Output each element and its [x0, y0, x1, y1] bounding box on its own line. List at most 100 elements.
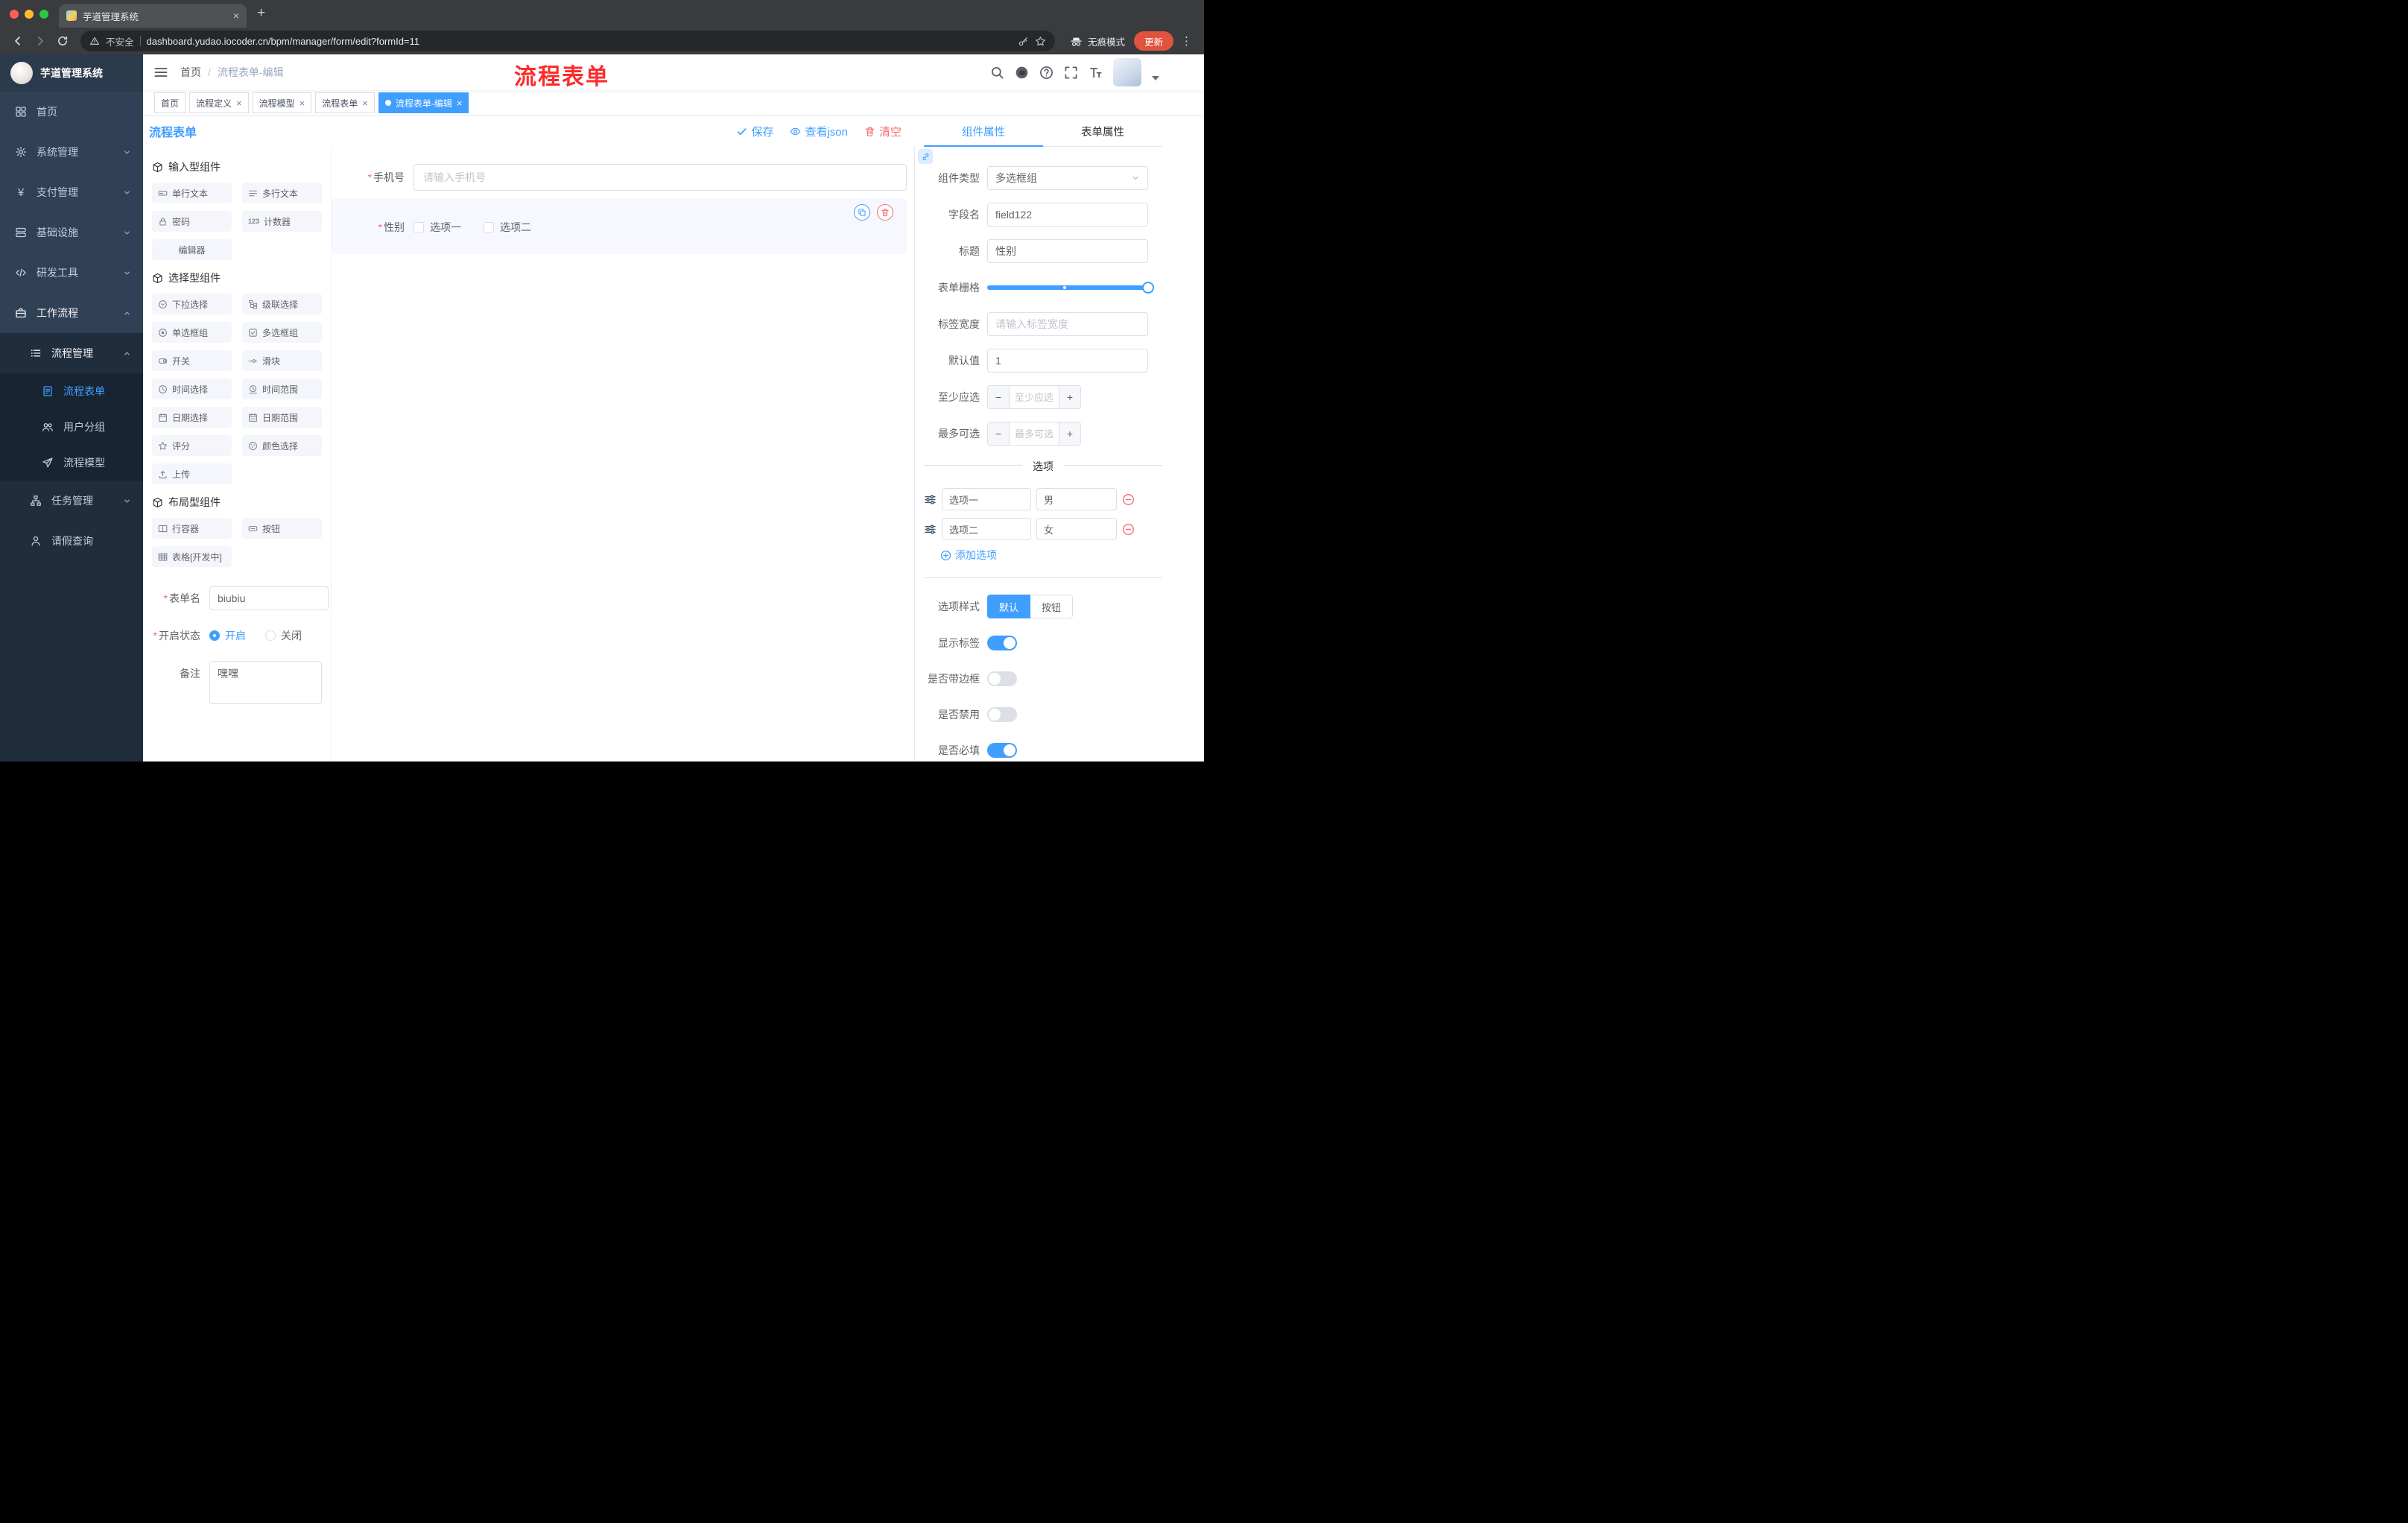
tag-process-form[interactable]: 流程表单 ×	[315, 92, 375, 113]
sidebar-item-user-groups[interactable]: 用户分组	[0, 409, 143, 445]
palette-item-upload[interactable]: 上传	[152, 463, 232, 484]
option-value-input[interactable]	[1036, 488, 1117, 510]
bookmark-star-icon[interactable]	[1035, 36, 1046, 47]
border-switch[interactable]	[987, 671, 1017, 686]
sidebar-item-process-model[interactable]: 流程模型	[0, 445, 143, 481]
sidebar-item-leave-query[interactable]: 请假查询	[0, 521, 143, 561]
password-key-icon[interactable]	[1018, 36, 1029, 47]
palette-item-time-picker[interactable]: 时间选择	[152, 379, 232, 399]
palette-item-checkbox-group[interactable]: 多选框组	[242, 322, 322, 343]
show-label-switch[interactable]	[987, 636, 1017, 650]
title-input[interactable]	[987, 239, 1148, 263]
caret-down-icon[interactable]	[1152, 76, 1159, 80]
new-tab-button[interactable]: +	[247, 5, 265, 28]
palette-item-editor[interactable]: 编辑器	[152, 239, 232, 260]
sidebar-item-payment[interactable]: ¥ 支付管理	[0, 172, 143, 212]
tag-close-icon[interactable]: ×	[457, 98, 463, 108]
checkbox[interactable]	[484, 222, 494, 232]
gender-field-block-selected[interactable]: * 性别 选项一 选项二	[332, 198, 907, 254]
view-json-button[interactable]: 查看json	[790, 124, 848, 139]
sidebar-item-infrastructure[interactable]: 基础设施	[0, 212, 143, 253]
github-icon[interactable]	[1015, 66, 1029, 80]
palette-item-slider[interactable]: 滑块	[242, 350, 322, 371]
search-icon[interactable]	[990, 66, 1004, 80]
user-avatar[interactable]	[1113, 58, 1141, 86]
window-close-button[interactable]	[10, 10, 19, 19]
tag-home[interactable]: 首页	[154, 92, 186, 113]
sidebar-item-home[interactable]: 首页	[0, 92, 143, 132]
palette-item-date-picker[interactable]: 日期选择	[152, 407, 232, 428]
drag-handle-icon[interactable]	[924, 493, 937, 506]
form-name-input[interactable]	[209, 586, 329, 610]
min-select-input[interactable]	[1010, 386, 1059, 408]
drag-handle-icon[interactable]	[924, 523, 937, 536]
form-remark-textarea[interactable]: 嘿嘿	[209, 661, 322, 704]
palette-item-row-container[interactable]: 行容器	[152, 518, 232, 539]
tag-close-icon[interactable]: ×	[236, 98, 242, 108]
sidebar-item-process-form[interactable]: 流程表单	[0, 373, 143, 409]
sidebar-item-workflow[interactable]: 工作流程	[0, 293, 143, 333]
phone-input[interactable]	[414, 164, 907, 191]
tab-component-props[interactable]: 组件属性	[924, 116, 1043, 147]
tag-process-model[interactable]: 流程模型 ×	[252, 92, 312, 113]
tag-close-icon[interactable]: ×	[362, 98, 368, 108]
disabled-switch[interactable]	[987, 707, 1017, 722]
sidebar-item-devtools[interactable]: 研发工具	[0, 253, 143, 293]
add-option-button[interactable]: 添加选项	[940, 548, 1162, 563]
style-default-button[interactable]: 默认	[987, 595, 1031, 618]
breadcrumb-home[interactable]: 首页	[180, 65, 201, 80]
increase-button[interactable]: +	[1059, 422, 1080, 445]
style-button-button[interactable]: 按钮	[1030, 595, 1074, 618]
label-width-input[interactable]	[987, 312, 1148, 336]
fullscreen-icon[interactable]	[1064, 66, 1078, 80]
delete-component-button[interactable]	[877, 204, 893, 221]
window-zoom-button[interactable]	[39, 10, 48, 19]
browser-update-button[interactable]: 更新	[1133, 31, 1173, 51]
hamburger-icon[interactable]	[143, 65, 176, 80]
max-select-input[interactable]	[1010, 422, 1059, 445]
increase-button[interactable]: +	[1059, 386, 1080, 408]
security-label[interactable]: 不安全	[106, 34, 134, 48]
option-label-input[interactable]	[942, 518, 1031, 540]
palette-item-single-line-text[interactable]: 单行文本	[152, 183, 232, 203]
browser-tab[interactable]: 芋道管理系统 ×	[59, 4, 247, 28]
gender-option-1[interactable]: 选项一	[414, 220, 461, 235]
palette-item-multi-line-text[interactable]: 多行文本	[242, 183, 322, 203]
font-size-icon[interactable]	[1089, 66, 1103, 80]
option-label-input[interactable]	[942, 488, 1031, 510]
checkbox[interactable]	[414, 222, 424, 232]
tag-process-definition[interactable]: 流程定义 ×	[189, 92, 249, 113]
palette-item-button[interactable]: 按钮	[242, 518, 322, 539]
address-bar[interactable]: 不安全 dashboard.yudao.iocoder.cn/bpm/manag…	[80, 31, 1055, 51]
reload-button[interactable]	[52, 31, 73, 51]
option-value-input[interactable]	[1036, 518, 1117, 540]
back-button[interactable]	[7, 31, 28, 51]
sidebar-item-process-management[interactable]: 流程管理	[0, 333, 143, 373]
sidebar-item-task-management[interactable]: 任务管理	[0, 481, 143, 521]
tab-form-props[interactable]: 表单属性	[1043, 116, 1162, 146]
palette-item-color-picker[interactable]: 颜色选择	[242, 435, 322, 456]
palette-item-switch[interactable]: 开关	[152, 350, 232, 371]
browser-menu-icon[interactable]: ⋮	[1175, 34, 1197, 48]
tag-close-icon[interactable]: ×	[300, 98, 305, 108]
palette-item-time-range[interactable]: 时间范围	[242, 379, 322, 399]
sidebar-logo[interactable]: 芋道管理系统	[0, 54, 143, 92]
palette-item-date-range[interactable]: 日期范围	[242, 407, 322, 428]
component-type-select[interactable]: 多选框组	[987, 166, 1148, 190]
tab-close-icon[interactable]: ×	[233, 10, 239, 21]
default-value-input[interactable]	[987, 349, 1148, 373]
gender-option-2[interactable]: 选项二	[484, 220, 531, 235]
palette-item-cascader[interactable]: 级联选择	[242, 294, 322, 314]
grid-slider[interactable]	[987, 276, 1154, 300]
copy-component-button[interactable]	[854, 204, 870, 221]
window-minimize-button[interactable]	[25, 10, 34, 19]
save-button[interactable]: 保存	[736, 124, 773, 139]
url-text[interactable]: dashboard.yudao.iocoder.cn/bpm/manager/f…	[147, 36, 1012, 47]
forward-button[interactable]	[30, 31, 51, 51]
palette-item-select[interactable]: 下拉选择	[152, 294, 232, 314]
decrease-button[interactable]: −	[988, 386, 1010, 408]
palette-item-password[interactable]: 密码	[152, 211, 232, 232]
decrease-button[interactable]: −	[988, 422, 1010, 445]
phone-field-row[interactable]: * 手机号	[332, 164, 907, 191]
status-radio-open[interactable]: 开启	[209, 628, 246, 643]
